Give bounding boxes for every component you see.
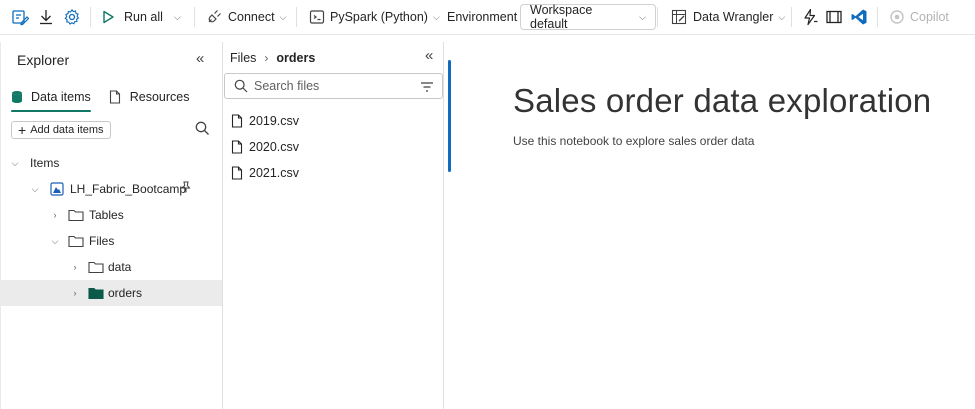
tab-resources-label: Resources — [129, 90, 190, 104]
collapse-explorer-icon[interactable]: « — [196, 50, 204, 67]
tree-item-lakehouse[interactable]: ⌵ LH_Fabric_Bootcamp — [1, 176, 222, 202]
data-wrangler-button[interactable]: Data Wrangler ⌵ — [671, 0, 785, 35]
add-data-items-button[interactable]: + Add data items — [11, 121, 111, 139]
pin-icon[interactable] — [180, 181, 191, 196]
settings-gear-icon[interactable] — [63, 0, 81, 35]
workspace-chevron-down-icon: ⌵ — [639, 11, 646, 22]
explorer-tabs: Data items Resources — [11, 84, 190, 112]
file-item[interactable]: 2020.csv — [223, 134, 442, 160]
workspace-environment-select[interactable]: Workspace default ⌵ — [520, 3, 656, 31]
file-icon — [231, 140, 243, 154]
search-icon[interactable] — [195, 121, 210, 141]
search-files-input[interactable] — [252, 78, 412, 94]
collapse-files-icon[interactable]: « — [425, 47, 433, 64]
breadcrumb-orders: orders — [276, 51, 316, 65]
connect-chevron-down-icon: ⌵ — [279, 11, 287, 22]
data-items-tree: ⌵ Items ⌵ LH_Fabric_Bootcamp › Tables ⌵ — [1, 150, 222, 306]
notebook-title[interactable]: Sales order data exploration — [513, 82, 931, 120]
tree-item-label: Files — [89, 234, 115, 248]
tree-item-orders[interactable]: › orders — [1, 280, 222, 306]
explorer-panel: Explorer « Data items Resources + Add da… — [0, 42, 223, 409]
tab-data-items-label: Data items — [31, 90, 91, 104]
folder-icon — [68, 208, 84, 225]
language-chevron-down-icon: ⌵ — [432, 11, 440, 22]
edit-notebook-icon[interactable] — [11, 0, 29, 35]
chevron-right-icon: › — [264, 51, 269, 65]
explorer-title: Explorer — [17, 52, 70, 68]
breadcrumb: Files › orders — [230, 51, 315, 65]
breadcrumb-files[interactable]: Files — [230, 51, 256, 65]
tab-resources[interactable]: Resources — [109, 84, 190, 110]
tree-item-label: LH_Fabric_Bootcamp — [70, 182, 187, 196]
tree-item-label: data — [108, 260, 132, 274]
run-all-label: Run all — [124, 10, 163, 24]
folder-filled-icon — [88, 286, 104, 303]
plug-icon — [206, 9, 222, 25]
chevron-right-icon[interactable]: › — [70, 262, 80, 272]
tree-item-items[interactable]: ⌵ Items — [1, 150, 222, 176]
vscode-icon[interactable] — [850, 0, 868, 35]
data-wrangler-icon — [671, 9, 687, 25]
connect-button[interactable]: Connect ⌵ — [206, 0, 286, 35]
search-icon — [234, 79, 248, 93]
folder-icon — [88, 260, 104, 277]
filter-icon[interactable] — [420, 80, 434, 98]
file-icon — [231, 166, 243, 180]
copilot-button[interactable]: Copilot — [889, 0, 949, 35]
file-list: 2019.csv 2020.csv 2021.csv — [223, 108, 442, 186]
chevron-down-icon[interactable]: ⌵ — [10, 158, 20, 169]
data-wrangler-chevron-down-icon: ⌵ — [778, 11, 786, 22]
file-search-box — [224, 73, 443, 99]
run-all-button[interactable]: Run all — [100, 0, 163, 35]
file-name: 2020.csv — [249, 140, 300, 154]
document-icon — [109, 90, 121, 104]
chevron-down-icon[interactable]: ⌵ — [30, 184, 40, 195]
run-all-dropdown-chevron-icon[interactable]: ⌵ — [174, 0, 181, 35]
tree-item-files[interactable]: ⌵ Files — [1, 228, 222, 254]
file-name: 2021.csv — [249, 166, 300, 180]
file-item[interactable]: 2021.csv — [223, 160, 442, 186]
add-data-items-label: Add data items — [30, 124, 104, 136]
pyspark-language-icon — [309, 9, 325, 25]
notebook-description[interactable]: Use this notebook to explore sales order… — [513, 134, 754, 148]
file-icon — [231, 114, 243, 128]
file-name: 2019.csv — [249, 114, 300, 128]
tree-item-data[interactable]: › data — [1, 254, 222, 280]
tree-item-label: Items — [30, 156, 60, 170]
folder-icon — [68, 234, 84, 251]
chevron-down-icon[interactable]: ⌵ — [50, 236, 60, 247]
download-icon[interactable] — [37, 0, 55, 35]
tree-item-tables[interactable]: › Tables — [1, 202, 222, 228]
chevron-right-icon[interactable]: › — [70, 288, 80, 298]
copilot-icon — [889, 9, 905, 25]
active-cell-indicator — [448, 60, 451, 172]
lakehouse-icon — [50, 182, 64, 199]
copilot-label: Copilot — [910, 10, 949, 24]
database-icon — [11, 90, 23, 104]
plus-icon: + — [18, 122, 27, 138]
notebook-canvas: Sales order data exploration Use this no… — [445, 42, 975, 409]
workspace-select-value: Workspace default — [530, 3, 593, 31]
language-selector[interactable]: PySpark (Python) ⌵ — [309, 0, 440, 35]
tree-item-label: orders — [108, 286, 143, 300]
data-wrangler-label: Data Wrangler — [693, 10, 774, 24]
file-item[interactable]: 2019.csv — [223, 108, 442, 134]
chevron-right-icon[interactable]: › — [50, 210, 60, 220]
environment-label: Environment — [447, 10, 518, 24]
tree-item-label: Tables — [89, 208, 124, 222]
files-panel: Files › orders « 2019.csv 2020.csv — [223, 42, 444, 409]
focus-mode-icon[interactable] — [825, 0, 843, 35]
connect-label: Connect — [228, 10, 275, 24]
spark-session-icon[interactable] — [801, 0, 819, 35]
notebook-toolbar: Run all ⌵ Connect ⌵ PySpark (Python) ⌵ E… — [0, 0, 975, 35]
play-icon — [100, 9, 116, 25]
tab-data-items[interactable]: Data items — [11, 84, 91, 112]
language-label: PySpark (Python) — [330, 10, 428, 24]
